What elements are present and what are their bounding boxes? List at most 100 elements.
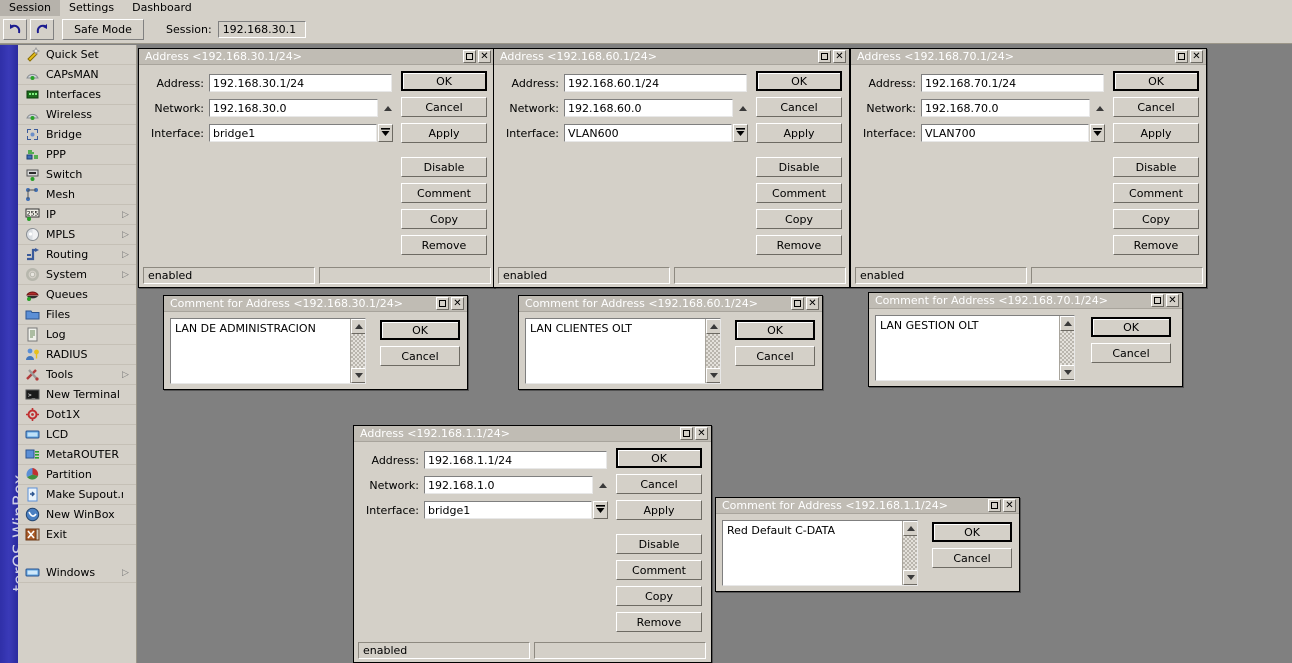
network-input[interactable]: 192.168.70.0: [921, 99, 1090, 117]
copy-button[interactable]: Copy: [616, 586, 702, 606]
sidebar-item-ppp[interactable]: PPP: [18, 145, 136, 165]
sidebar-item-wireless[interactable]: Wireless: [18, 105, 136, 125]
sidebar-item-interfaces[interactable]: Interfaces: [18, 85, 136, 105]
copy-button[interactable]: Copy: [401, 209, 487, 229]
scroll-up-button[interactable]: [903, 521, 918, 536]
close-button[interactable]: ✕: [833, 50, 846, 63]
cancel-button[interactable]: Cancel: [1091, 343, 1171, 363]
close-button[interactable]: ✕: [1166, 294, 1179, 307]
scrollbar-track[interactable]: [1060, 331, 1074, 365]
undo-button[interactable]: [3, 19, 27, 40]
disable-button[interactable]: Disable: [616, 534, 702, 554]
remove-button[interactable]: Remove: [616, 612, 702, 632]
close-button[interactable]: ✕: [451, 297, 464, 310]
comment-vertical-scrollbar[interactable]: [1059, 316, 1074, 380]
apply-button[interactable]: Apply: [1113, 123, 1199, 143]
maximize-button[interactable]: [463, 50, 476, 63]
comment-textarea[interactable]: LAN DE ADMINISTRACION: [170, 318, 366, 384]
window-title-bar[interactable]: Address <192.168.1.1/24>✕: [354, 426, 711, 442]
comment-button[interactable]: Comment: [401, 183, 487, 203]
interface-dropdown-button[interactable]: [593, 501, 608, 519]
copy-button[interactable]: Copy: [1113, 209, 1199, 229]
maximize-button[interactable]: [436, 297, 449, 310]
maximize-button[interactable]: [988, 499, 1001, 512]
ok-button[interactable]: OK: [735, 320, 815, 340]
sidebar-item-switch[interactable]: Switch: [18, 165, 136, 185]
apply-button[interactable]: Apply: [756, 123, 842, 143]
sidebar-item-mesh[interactable]: Mesh: [18, 185, 136, 205]
network-input[interactable]: 192.168.60.0: [564, 99, 733, 117]
close-button[interactable]: ✕: [478, 50, 491, 63]
network-input[interactable]: 192.168.30.0: [209, 99, 378, 117]
scroll-down-button[interactable]: [903, 570, 918, 585]
sidebar-item-files[interactable]: Files: [18, 305, 136, 325]
scroll-down-button[interactable]: [706, 368, 721, 383]
sidebar-item-quick-set[interactable]: Quick Set: [18, 45, 136, 65]
ok-button[interactable]: OK: [380, 320, 460, 340]
sidebar-item-radius[interactable]: RADIUS: [18, 345, 136, 365]
sidebar-item-tools[interactable]: Tools▷: [18, 365, 136, 385]
sidebar-item-routing[interactable]: Routing▷: [18, 245, 136, 265]
maximize-button[interactable]: [1151, 294, 1164, 307]
comment-vertical-scrollbar[interactable]: [350, 319, 365, 383]
scrollbar-track[interactable]: [706, 334, 720, 368]
scrollbar-track[interactable]: [903, 536, 917, 570]
scroll-up-button[interactable]: [351, 319, 366, 334]
sidebar-item-dot1x[interactable]: Dot1X: [18, 405, 136, 425]
cancel-button[interactable]: Cancel: [932, 548, 1012, 568]
cancel-button[interactable]: Cancel: [735, 346, 815, 366]
ok-button[interactable]: OK: [1113, 71, 1199, 91]
close-button[interactable]: ✕: [1003, 499, 1016, 512]
network-input[interactable]: 192.168.1.0: [424, 476, 593, 494]
sidebar-item-system[interactable]: System▷: [18, 265, 136, 285]
cancel-button[interactable]: Cancel: [756, 97, 842, 117]
sidebar-item-new-terminal[interactable]: >_New Terminal: [18, 385, 136, 405]
scroll-up-button[interactable]: [1060, 316, 1075, 331]
interface-dropdown-button[interactable]: [733, 124, 748, 142]
disable-button[interactable]: Disable: [756, 157, 842, 177]
comment-vertical-scrollbar[interactable]: [902, 521, 917, 585]
cancel-button[interactable]: Cancel: [1113, 97, 1199, 117]
apply-button[interactable]: Apply: [616, 500, 702, 520]
ok-button[interactable]: OK: [756, 71, 842, 91]
remove-button[interactable]: Remove: [401, 235, 487, 255]
address-input[interactable]: 192.168.70.1/24: [921, 74, 1104, 92]
window-title-bar[interactable]: Comment for Address <192.168.60.1/24>✕: [519, 296, 822, 312]
disable-button[interactable]: Disable: [401, 157, 487, 177]
comment-vertical-scrollbar[interactable]: [705, 319, 720, 383]
menu-item-session[interactable]: Session: [0, 0, 60, 16]
sidebar-item-log[interactable]: Log: [18, 325, 136, 345]
interface-input[interactable]: VLAN700: [921, 124, 1089, 142]
disable-button[interactable]: Disable: [1113, 157, 1199, 177]
sidebar-item-partition[interactable]: Partition: [18, 465, 136, 485]
maximize-button[interactable]: [818, 50, 831, 63]
network-spinner-up-button[interactable]: [596, 476, 610, 494]
session-address-field[interactable]: 192.168.30.1: [218, 21, 306, 38]
scroll-down-button[interactable]: [1060, 365, 1075, 380]
interface-input[interactable]: bridge1: [424, 501, 592, 519]
sidebar-item-lcd[interactable]: LCD: [18, 425, 136, 445]
safe-mode-button[interactable]: Safe Mode: [62, 19, 144, 40]
sidebar-item-windows[interactable]: Windows▷: [18, 563, 136, 583]
scrollbar-track[interactable]: [351, 334, 365, 368]
window-title-bar[interactable]: Comment for Address <192.168.70.1/24>✕: [869, 293, 1182, 309]
window-title-bar[interactable]: Comment for Address <192.168.1.1/24>✕: [716, 498, 1019, 514]
sidebar-item-mpls[interactable]: MPLS▷: [18, 225, 136, 245]
ok-button[interactable]: OK: [401, 71, 487, 91]
remove-button[interactable]: Remove: [756, 235, 842, 255]
sidebar-item-make-supout-rif[interactable]: Make Supout.rif: [18, 485, 136, 505]
ok-button[interactable]: OK: [1091, 317, 1171, 337]
sidebar-item-metarouter[interactable]: MetaROUTER: [18, 445, 136, 465]
maximize-button[interactable]: [791, 297, 804, 310]
comment-textarea[interactable]: Red Default C-DATA: [722, 520, 918, 586]
window-title-bar[interactable]: Comment for Address <192.168.30.1/24>✕: [164, 296, 467, 312]
menu-item-settings[interactable]: Settings: [60, 0, 123, 16]
ok-button[interactable]: OK: [932, 522, 1012, 542]
scroll-down-button[interactable]: [351, 368, 366, 383]
window-title-bar[interactable]: Address <192.168.70.1/24>✕: [851, 49, 1206, 65]
network-spinner-up-button[interactable]: [736, 99, 750, 117]
redo-button[interactable]: [30, 19, 54, 40]
sidebar-item-new-winbox[interactable]: New WinBox: [18, 505, 136, 525]
comment-textarea[interactable]: LAN CLIENTES OLT: [525, 318, 721, 384]
sidebar-item-capsman[interactable]: CAPsMAN: [18, 65, 136, 85]
